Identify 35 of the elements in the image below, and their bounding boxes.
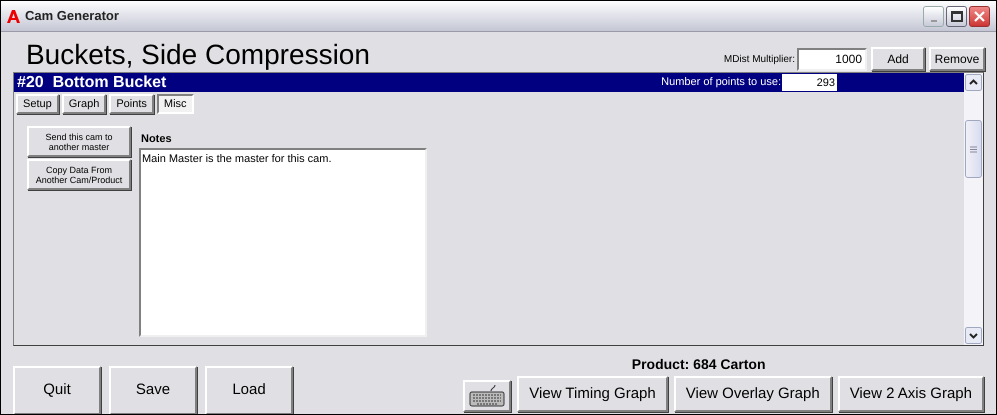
tab[interactable]: Graph bbox=[62, 94, 106, 114]
scroll-down-icon[interactable] bbox=[965, 327, 982, 344]
tab[interactable]: Misc bbox=[156, 94, 194, 114]
mdist-field[interactable]: 1000 bbox=[797, 48, 867, 70]
notes-field[interactable]: Main Master is the master for this cam. bbox=[139, 148, 427, 336]
close-button[interactable] bbox=[969, 6, 990, 26]
action-button[interactable]: Load bbox=[205, 366, 293, 414]
keyboard-button[interactable] bbox=[463, 380, 512, 412]
window-title: Cam Generator bbox=[25, 7, 119, 26]
scroll-thumb[interactable] bbox=[965, 120, 982, 178]
page-heading: Buckets, Side Compression bbox=[26, 38, 370, 72]
view-graph-button[interactable]: View Overlay Graph bbox=[674, 376, 832, 412]
header-button[interactable]: Add bbox=[871, 47, 925, 71]
maximize-button[interactable] bbox=[946, 6, 967, 26]
scroll-up-icon[interactable] bbox=[965, 74, 982, 91]
tab[interactable]: Setup bbox=[16, 94, 59, 114]
product-label: Product: 684 Carton bbox=[632, 356, 766, 372]
action-button[interactable]: Quit bbox=[13, 366, 101, 414]
side-button[interactable]: Send this cam to another master bbox=[27, 126, 131, 157]
header-button[interactable]: Remove bbox=[929, 47, 985, 71]
points-label: Number of points to use: bbox=[661, 75, 781, 90]
view-graph-button[interactable]: View Timing Graph bbox=[517, 376, 668, 412]
close-icon bbox=[974, 10, 985, 22]
notes-label: Notes bbox=[141, 132, 173, 147]
mdist-label: MDist Multiplier: bbox=[724, 52, 795, 66]
logo-icon bbox=[7, 10, 20, 22]
scrollbar[interactable] bbox=[964, 73, 983, 345]
action-button[interactable]: Save bbox=[109, 366, 197, 414]
view-graph-button[interactable]: View 2 Axis Graph bbox=[838, 376, 984, 412]
tab[interactable]: Points bbox=[109, 94, 154, 114]
keyboard-icon bbox=[469, 385, 506, 407]
side-button[interactable]: Copy Data From Another Cam/Product bbox=[27, 159, 131, 190]
cam-title: #20 Bottom Bucket bbox=[17, 74, 166, 92]
grip-icon bbox=[970, 146, 977, 152]
points-field[interactable]: 293 bbox=[782, 74, 837, 91]
